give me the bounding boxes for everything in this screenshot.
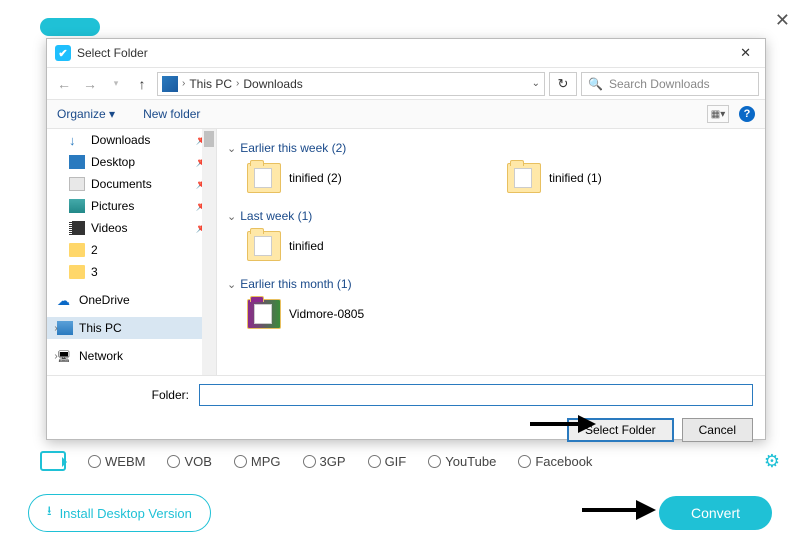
fold-icon <box>69 265 85 279</box>
sidebar-root-this-pc[interactable]: ›This PC <box>47 317 216 339</box>
folder-content-pane: Earlier this week (2) tinified (2) tinifie… <box>217 129 765 375</box>
nav-row: ← → ▾ ↑ › This PC › Downloads ⌄ ↻ 🔍 Sear… <box>47 67 765 99</box>
format-option-webm[interactable]: WEBM <box>88 454 145 469</box>
view-options-button[interactable]: ▦▾ <box>707 105 729 123</box>
format-radio[interactable] <box>303 455 316 468</box>
bg-pill-button <box>40 18 100 36</box>
sidebar-item-2[interactable]: 2 <box>47 239 216 261</box>
format-radio[interactable] <box>368 455 381 468</box>
select-folder-button[interactable]: Select Folder <box>567 418 674 442</box>
dialog-title: Select Folder <box>77 46 148 60</box>
select-folder-dialog: ✔ Select Folder ✕ ← → ▾ ↑ › This PC › Do… <box>46 38 766 440</box>
address-dropdown-icon[interactable]: ⌄ <box>532 78 540 89</box>
pics-icon <box>69 199 85 213</box>
format-option-gif[interactable]: GIF <box>368 454 407 469</box>
vids-icon <box>69 221 85 235</box>
folder-icon <box>247 231 281 261</box>
sidebar-item-documents[interactable]: Documents📌 <box>47 173 216 195</box>
nav-forward-button[interactable]: → <box>79 73 101 95</box>
format-radio[interactable] <box>88 455 101 468</box>
nav-sidebar: Downloads📌Desktop📌Documents📌Pictures📌Vid… <box>47 129 217 375</box>
address-bar[interactable]: › This PC › Downloads ⌄ <box>157 72 545 96</box>
search-field[interactable]: 🔍 Search Downloads <box>581 72 759 96</box>
folder-item[interactable]: Vidmore-0805 <box>247 299 447 329</box>
format-options-row: WEBM VOB MPG 3GP GIF YouTube Facebook ⚙ <box>40 447 780 475</box>
bg-close-icon[interactable]: ✕ <box>775 10 790 31</box>
sidebar-scrollbar[interactable] <box>202 129 216 375</box>
expand-icon[interactable]: › <box>51 351 61 362</box>
desk-icon <box>69 155 85 169</box>
app-icon: ✔ <box>55 45 71 61</box>
format-radio[interactable] <box>234 455 247 468</box>
group-header[interactable]: Last week (1) <box>227 209 755 223</box>
expand-icon[interactable]: › <box>51 323 61 334</box>
sidebar-root-network[interactable]: ›Network <box>47 345 216 367</box>
chevron-right-icon: › <box>182 78 185 89</box>
search-placeholder: Search Downloads <box>609 77 710 91</box>
dl-icon <box>69 133 85 147</box>
dialog-toolbar: Organize ▾ New folder ▦▾ ? <box>47 99 765 129</box>
format-radio[interactable] <box>518 455 531 468</box>
chevron-right-icon: › <box>236 78 239 89</box>
sidebar-item-downloads[interactable]: Downloads📌 <box>47 129 216 151</box>
breadcrumb-this-pc[interactable]: This PC <box>189 77 232 91</box>
help-icon[interactable]: ? <box>739 106 755 122</box>
fold-icon <box>69 243 85 257</box>
sidebar-item-videos[interactable]: Videos📌 <box>47 217 216 239</box>
sidebar-item-3[interactable]: 3 <box>47 261 216 283</box>
search-icon: 🔍 <box>588 77 603 91</box>
nav-up-button[interactable]: ↑ <box>131 73 153 95</box>
settings-icon[interactable]: ⚙ <box>764 451 780 472</box>
group-header[interactable]: Earlier this month (1) <box>227 277 755 291</box>
sidebar-root-onedrive[interactable]: OneDrive <box>47 289 216 311</box>
video-icon <box>40 451 66 471</box>
od-icon <box>57 293 73 307</box>
format-radio[interactable] <box>167 455 180 468</box>
format-option-facebook[interactable]: Facebook <box>518 454 592 469</box>
pc-icon <box>162 76 178 92</box>
folder-field-label: Folder: <box>59 388 189 402</box>
format-option-mpg[interactable]: MPG <box>234 454 281 469</box>
dialog-close-button[interactable]: ✕ <box>734 43 757 63</box>
sidebar-item-pictures[interactable]: Pictures📌 <box>47 195 216 217</box>
folder-item[interactable]: tinified <box>247 231 447 261</box>
format-radio[interactable] <box>428 455 441 468</box>
convert-button[interactable]: Convert <box>659 496 772 530</box>
dialog-bottom-panel: Folder: Select Folder Cancel <box>47 375 765 450</box>
folder-item[interactable]: tinified (1) <box>507 163 707 193</box>
folder-icon <box>247 299 281 329</box>
docs-icon <box>69 177 85 191</box>
download-icon: ⭳ <box>47 502 52 524</box>
sidebar-item-desktop[interactable]: Desktop📌 <box>47 151 216 173</box>
folder-icon <box>507 163 541 193</box>
format-option-vob[interactable]: VOB <box>167 454 211 469</box>
format-option-youtube[interactable]: YouTube <box>428 454 496 469</box>
format-option-3gp[interactable]: 3GP <box>303 454 346 469</box>
folder-icon <box>247 163 281 193</box>
dialog-titlebar: ✔ Select Folder ✕ <box>47 39 765 67</box>
new-folder-button[interactable]: New folder <box>143 107 200 121</box>
folder-item[interactable]: tinified (2) <box>247 163 447 193</box>
group-header[interactable]: Earlier this week (2) <box>227 141 755 155</box>
install-desktop-button[interactable]: ⭳ Install Desktop Version <box>28 494 211 532</box>
breadcrumb-downloads[interactable]: Downloads <box>243 77 302 91</box>
nav-recent-dropdown[interactable]: ▾ <box>105 73 127 95</box>
organize-menu[interactable]: Organize ▾ <box>57 107 115 121</box>
refresh-button[interactable]: ↻ <box>549 72 577 96</box>
nav-back-button[interactable]: ← <box>53 73 75 95</box>
cancel-button[interactable]: Cancel <box>682 418 753 442</box>
folder-name-input[interactable] <box>199 384 753 406</box>
